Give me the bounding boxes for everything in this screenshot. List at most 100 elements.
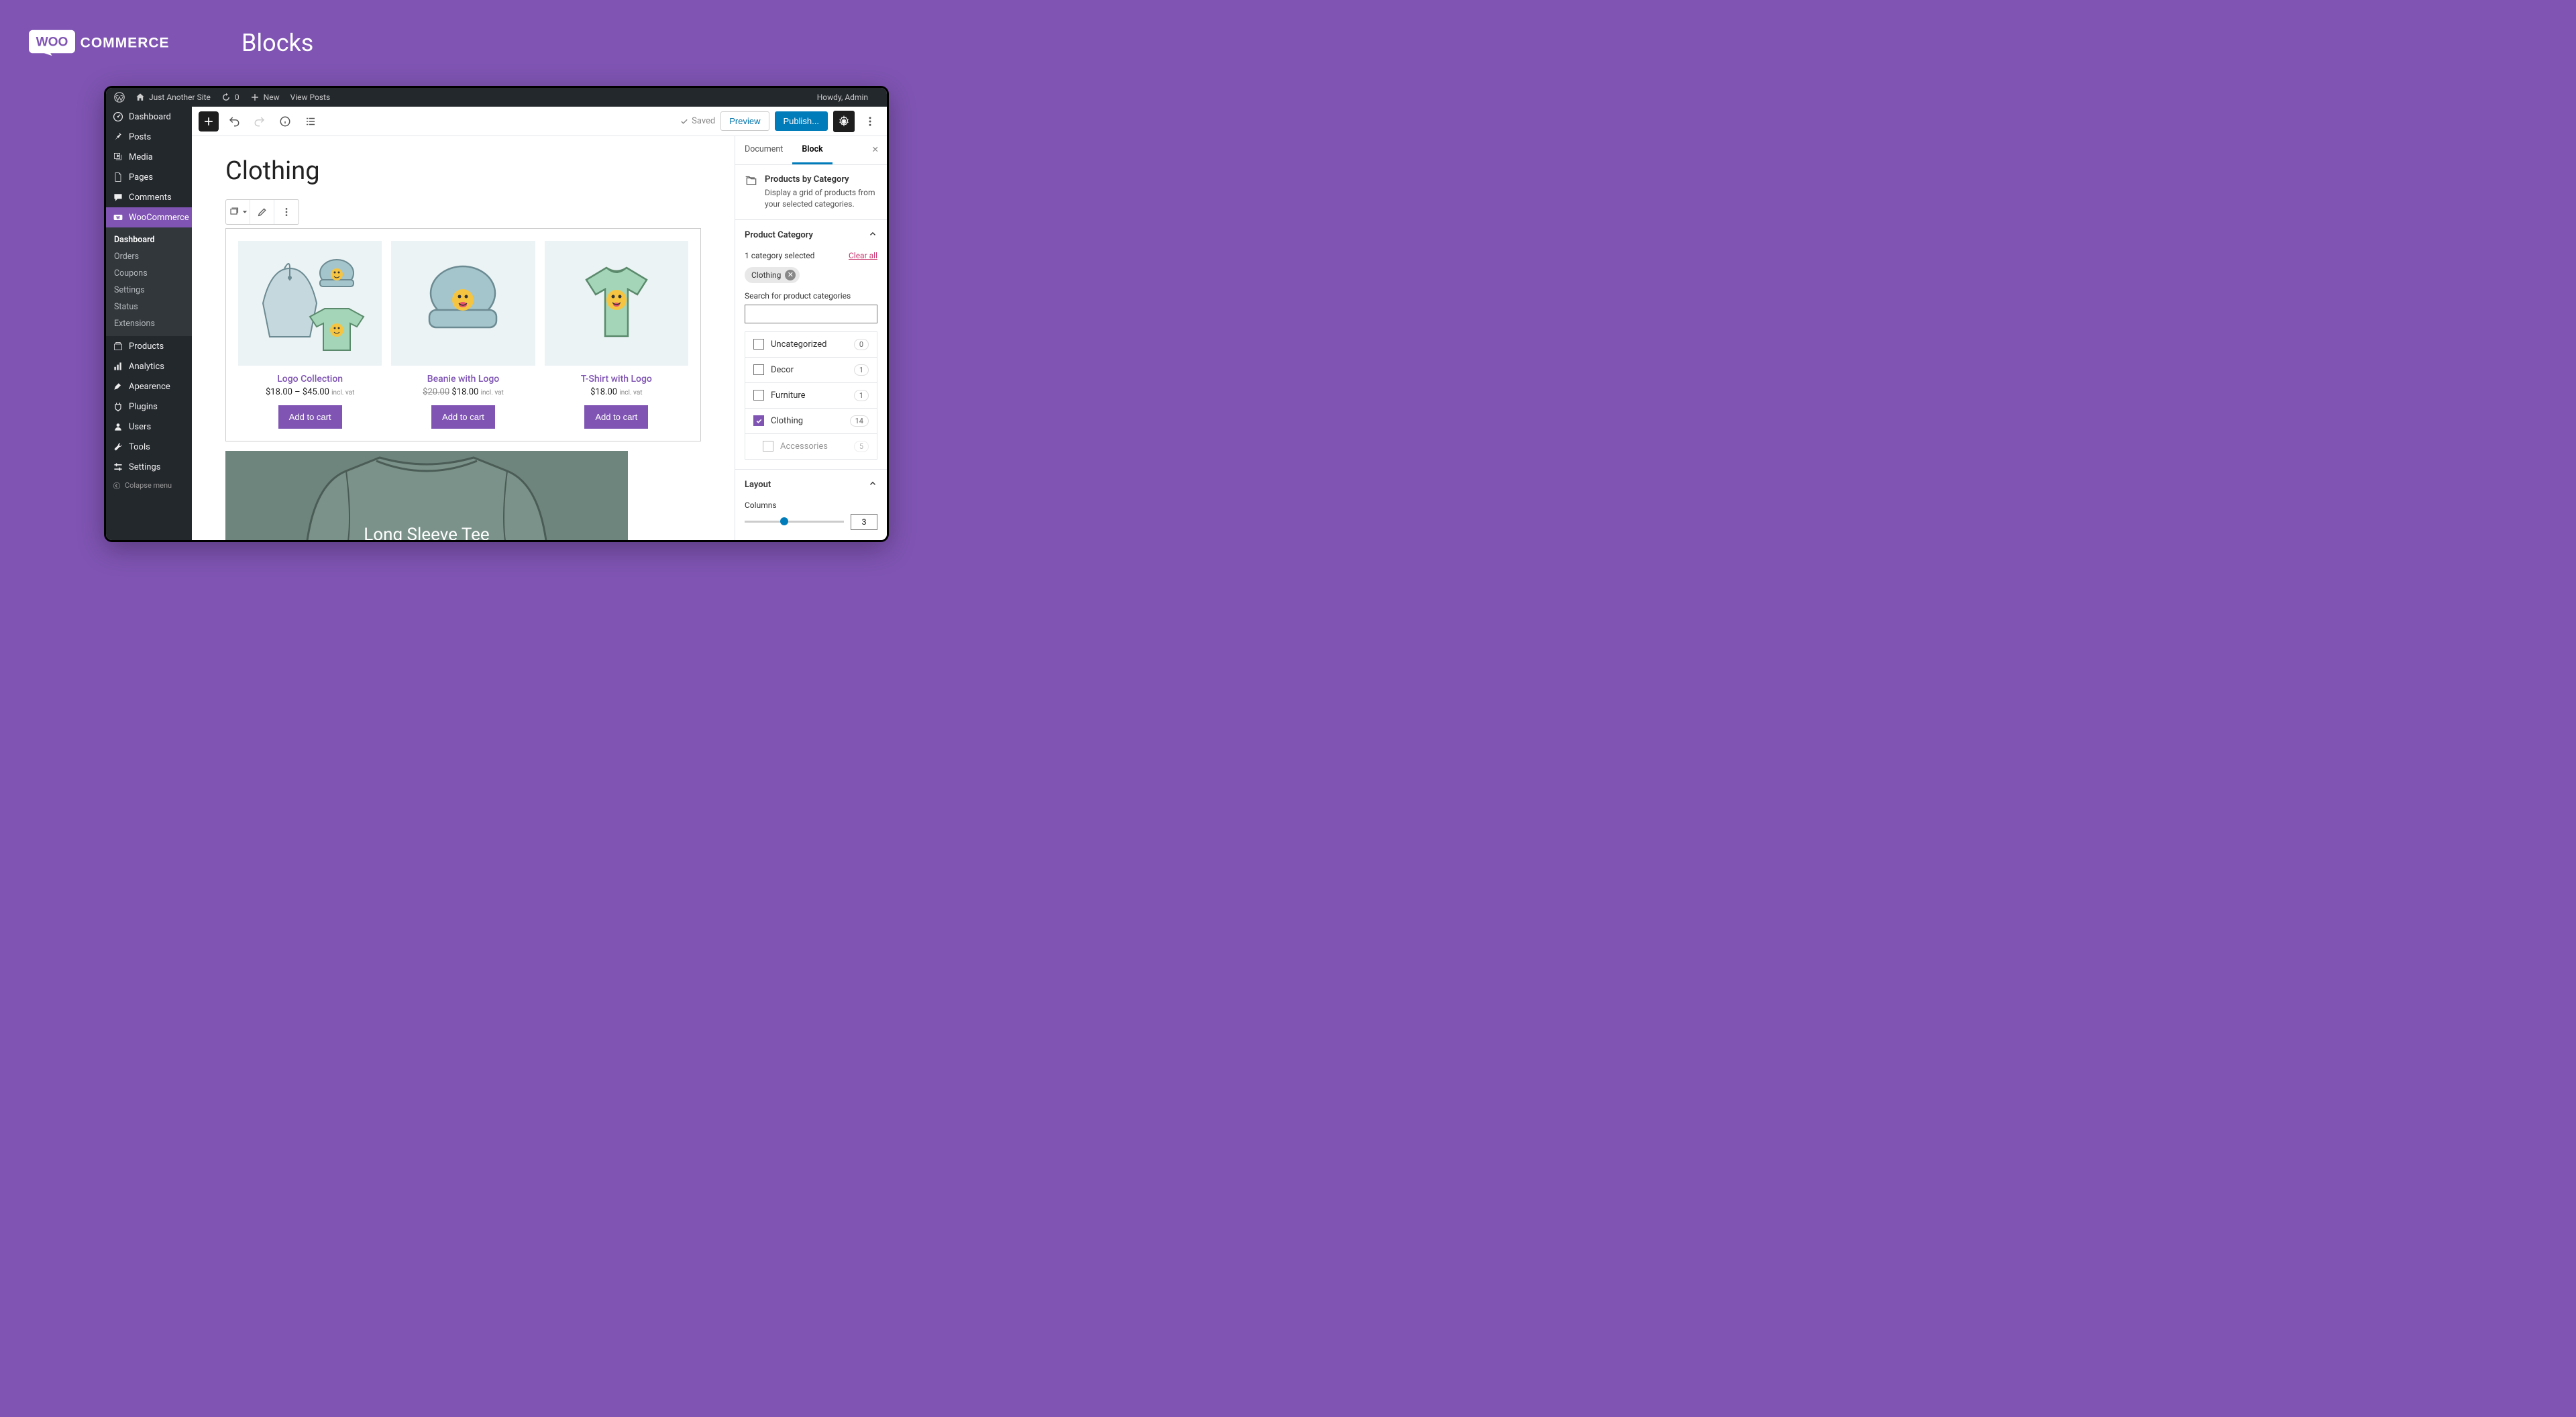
category-item-decor[interactable]: Decor1 xyxy=(745,358,877,383)
sidebar-item-products[interactable]: Products xyxy=(106,336,192,356)
submenu-orders[interactable]: Orders xyxy=(106,248,192,265)
search-label: Search for product categories xyxy=(745,291,877,301)
columns-input[interactable] xyxy=(851,514,877,530)
new-link[interactable]: New xyxy=(250,93,280,102)
sidebar-item-tools[interactable]: Tools xyxy=(106,437,192,457)
svg-text:COMMERCE: COMMERCE xyxy=(80,36,170,51)
saved-status: Saved xyxy=(680,116,715,126)
page-icon xyxy=(113,172,123,182)
sidebar-item-media[interactable]: Media xyxy=(106,147,192,167)
featured-product-title: Long Sleeve Tee xyxy=(364,525,489,540)
category-item-furniture[interactable]: Furniture1 xyxy=(745,383,877,409)
preview-button[interactable]: Preview xyxy=(720,111,769,131)
inspector-panel: Document Block ✕ Products by Category Di… xyxy=(735,136,887,540)
remove-chip-button[interactable]: ✕ xyxy=(785,270,796,280)
block-edit-button[interactable] xyxy=(250,200,274,224)
close-inspector-button[interactable]: ✕ xyxy=(864,136,887,164)
checkbox-icon xyxy=(753,339,764,350)
admin-sidebar: Dashboard Posts Media Pages Comments WWo… xyxy=(106,107,192,540)
collapse-menu[interactable]: Colapse menu xyxy=(106,477,192,494)
view-posts-link[interactable]: View Posts xyxy=(290,93,331,102)
products-icon xyxy=(113,341,123,352)
block-toolbar xyxy=(225,199,299,225)
category-chip: Clothing ✕ xyxy=(745,267,800,283)
block-more-button[interactable] xyxy=(274,200,299,224)
wp-logo-icon[interactable] xyxy=(114,92,125,103)
product-name: Logo Collection xyxy=(238,374,382,384)
editor-topbar: Saved Preview Publish... xyxy=(192,107,887,136)
sidebar-item-woocommerce[interactable]: WWooCommerce xyxy=(106,207,192,227)
sidebar-item-dashboard[interactable]: Dashboard xyxy=(106,107,192,127)
page-title[interactable]: Clothing xyxy=(225,156,701,186)
add-block-button[interactable] xyxy=(199,111,219,132)
product-image xyxy=(238,241,382,366)
products-block[interactable]: Logo Collection $18.00 – $45.00 incl. va… xyxy=(225,228,701,441)
howdy-link[interactable]: Howdy, Admin xyxy=(817,93,868,102)
tab-block[interactable]: Block xyxy=(792,136,832,164)
submenu-dashboard[interactable]: Dashboard xyxy=(106,231,192,248)
sidebar-item-users[interactable]: Users xyxy=(106,417,192,437)
editor-canvas[interactable]: Clothing Logo Collection $18.00 – $45.00… xyxy=(192,136,735,540)
submenu-status[interactable]: Status xyxy=(106,299,192,315)
dashboard-icon xyxy=(113,111,123,122)
columns-slider[interactable] xyxy=(745,521,844,523)
redo-button[interactable] xyxy=(250,111,270,132)
category-item-accessories[interactable]: Accessories5 xyxy=(745,434,877,459)
category-list: Uncategorized0 Decor1 Furniture1 Clothin… xyxy=(745,331,877,460)
app-window: Just Another Site 0 New View Posts Howdy… xyxy=(104,86,889,542)
checkbox-icon xyxy=(753,364,764,375)
users-icon xyxy=(113,421,123,432)
submenu-settings[interactable]: Settings xyxy=(106,282,192,299)
appearance-icon xyxy=(113,381,123,392)
category-search-input[interactable] xyxy=(745,305,877,323)
submenu-extensions[interactable]: Extensions xyxy=(106,315,192,332)
featured-product-block[interactable]: Long Sleeve Tee xyxy=(225,451,628,540)
sidebar-item-appearance[interactable]: Apearence xyxy=(106,376,192,397)
woocommerce-logo: WOOCOMMERCE xyxy=(0,27,212,59)
submenu-coupons[interactable]: Coupons xyxy=(106,265,192,282)
product-card: T-Shirt with Logo $18.00 incl. vat Add t… xyxy=(545,241,688,429)
sidebar-item-plugins[interactable]: Plugins xyxy=(106,397,192,417)
info-button[interactable] xyxy=(275,111,295,132)
product-price: $20.00 $18.00 incl. vat xyxy=(391,387,535,397)
media-icon xyxy=(113,152,123,162)
block-info-desc: Display a grid of products from your sel… xyxy=(765,187,877,210)
checkbox-checked-icon xyxy=(753,415,764,426)
panel-layout[interactable]: Layout xyxy=(735,470,887,501)
outline-button[interactable] xyxy=(301,111,321,132)
woo-submenu: Dashboard Orders Coupons Settings Status… xyxy=(106,227,192,336)
site-link[interactable]: Just Another Site xyxy=(136,93,211,102)
pin-icon xyxy=(113,132,123,142)
admin-bar: Just Another Site 0 New View Posts Howdy… xyxy=(106,88,887,107)
selected-count: 1 category selected xyxy=(745,251,814,260)
add-to-cart-button[interactable]: Add to cart xyxy=(584,405,648,429)
checkbox-icon xyxy=(753,390,764,401)
add-to-cart-button[interactable]: Add to cart xyxy=(278,405,342,429)
sidebar-item-pages[interactable]: Pages xyxy=(106,167,192,187)
category-item-clothing[interactable]: Clothing14 xyxy=(745,409,877,434)
product-name: T-Shirt with Logo xyxy=(545,374,688,384)
inspector-tabs: Document Block ✕ xyxy=(735,136,887,165)
add-to-cart-button[interactable]: Add to cart xyxy=(431,405,495,429)
block-info-title: Products by Category xyxy=(765,174,877,185)
block-type-button[interactable] xyxy=(226,200,250,224)
undo-button[interactable] xyxy=(224,111,244,132)
product-image xyxy=(391,241,535,366)
more-options-button[interactable] xyxy=(860,111,880,132)
sidebar-item-analytics[interactable]: Analytics xyxy=(106,356,192,376)
svg-text:W: W xyxy=(116,215,120,220)
chevron-up-icon xyxy=(868,479,877,491)
category-item-uncategorized[interactable]: Uncategorized0 xyxy=(745,332,877,358)
tab-document[interactable]: Document xyxy=(735,136,792,164)
sidebar-item-comments[interactable]: Comments xyxy=(106,187,192,207)
sidebar-item-posts[interactable]: Posts xyxy=(106,127,192,147)
panel-product-category[interactable]: Product Category xyxy=(735,220,887,251)
updates-link[interactable]: 0 xyxy=(221,93,239,102)
tools-icon xyxy=(113,441,123,452)
clear-all-link[interactable]: Clear all xyxy=(849,251,877,260)
analytics-icon xyxy=(113,361,123,372)
plugins-icon xyxy=(113,401,123,412)
sidebar-item-settings[interactable]: Settings xyxy=(106,457,192,477)
publish-button[interactable]: Publish... xyxy=(775,111,828,131)
settings-gear-button[interactable] xyxy=(833,111,855,132)
